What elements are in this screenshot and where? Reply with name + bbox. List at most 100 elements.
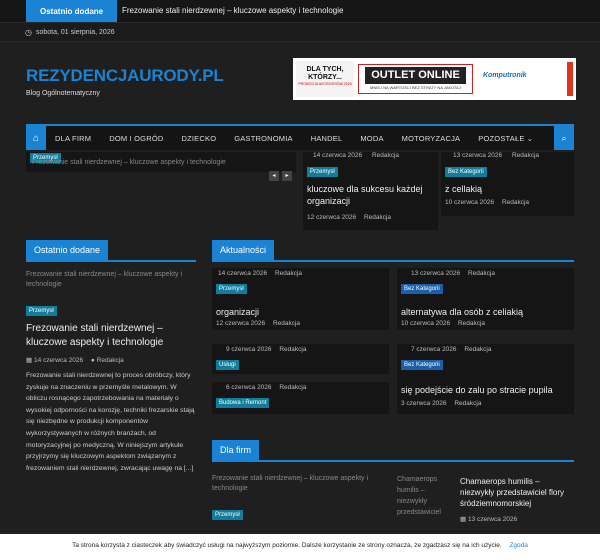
- news-card-1-title[interactable]: organizacji: [216, 306, 259, 318]
- news-card-1-top-date: 14 czerwca 2026: [218, 270, 268, 277]
- slider-image-link[interactable]: Frezowanie stali nierdzewnej – kluczowe …: [32, 159, 226, 166]
- news-card-3-top-date: 9 czerwca 2026: [226, 346, 272, 353]
- news-card-4-top-author[interactable]: Redakcja: [464, 346, 491, 353]
- ad-center-title: OUTLET ONLINE: [365, 67, 466, 84]
- ad-banner[interactable]: DLA TYCH, KTÓRZY... PROMOCJA AKCESORIÓW …: [293, 58, 576, 100]
- news-card-1-top-author[interactable]: Redakcja: [275, 270, 302, 277]
- for-business-image-link[interactable]: Frezowanie stali nierdzewnej – kluczowe …: [212, 474, 387, 494]
- news-card-2-title[interactable]: alternatywa dla osób z celiakią: [401, 306, 523, 318]
- nav-item-motoryzacja[interactable]: MOTORYZACJA: [393, 134, 470, 143]
- news-card-2-author[interactable]: Redakcja: [458, 320, 485, 327]
- current-date: sobota, 01 sierpnia, 2026: [36, 29, 115, 36]
- for-business-side-title[interactable]: Chamaerops humilis – niezwykły przedstaw…: [460, 476, 574, 509]
- news-card-3-badge[interactable]: Usługi: [216, 360, 239, 370]
- news-card-2-top-date: 13 czerwca 2026: [411, 270, 461, 277]
- nav-item-pozostale[interactable]: POZOSTAŁE ⌄: [469, 134, 542, 143]
- nav-item-handel[interactable]: HANDEL: [302, 134, 352, 143]
- for-business-side-meta: ▦ 13 czerwca 2026: [460, 515, 517, 523]
- slider-right-meta-author[interactable]: Redakcja: [502, 199, 529, 206]
- news-card-1-badge[interactable]: Przemysł: [216, 284, 247, 294]
- slider-mid-meta-date: 12 czerwca 2026: [307, 214, 357, 221]
- nav-item-dla-firm[interactable]: DLA FIRM: [46, 134, 100, 143]
- recently-added-image-link[interactable]: Frezowanie stali nierdzewnej – kluczowe …: [26, 270, 196, 290]
- ad-left-panel: DLA TYCH, KTÓRZY... PROMOCJA AKCESORIÓW …: [296, 61, 354, 97]
- site-logo[interactable]: REZYDENCJAURODY.PL: [26, 66, 224, 86]
- search-icon[interactable]: ⌕: [554, 126, 574, 150]
- slider-card-mid[interactable]: 14 czerwca 2026 Redakcja Przemysł kluczo…: [303, 152, 438, 230]
- ad-brand: Komputronik: [483, 72, 527, 79]
- for-business-badge[interactable]: Przemysł: [212, 510, 243, 520]
- cookie-bar: Ta strona korzysta z ciasteczek aby świa…: [0, 534, 600, 560]
- news-card-1-date: 12 czerwca 2026: [216, 320, 266, 327]
- news-card-5-badge[interactable]: Budowa i Remont: [216, 398, 270, 408]
- ad-left-small: PROMOCJA AKCESORIÓW 2026: [298, 82, 352, 86]
- news-card-5-top-date: 6 czerwca 2026: [226, 384, 272, 391]
- slider-right-date: 13 czerwca 2026: [453, 152, 503, 159]
- for-business-main: Frezowanie stali nierdzewnej – kluczowe …: [212, 474, 387, 521]
- news-heading: Aktualności: [212, 240, 574, 262]
- slider-mid-date: 14 czerwca 2026: [313, 152, 363, 159]
- slider-right-title[interactable]: z cellakią: [445, 183, 482, 195]
- news-card-4-date: 3 czerwca 2026: [401, 400, 447, 407]
- slider-right-badge[interactable]: Bez Kategorii: [445, 167, 487, 177]
- news-card-5[interactable]: 6 czerwca 2026 Redakcja Budowa i Remont: [212, 382, 389, 414]
- news-card-4-title[interactable]: się podejście do zalu po stracie pupila: [401, 384, 553, 396]
- recently-added-label: Ostatnio dodane: [26, 0, 118, 22]
- news-card-4-author[interactable]: Redakcja: [454, 400, 481, 407]
- user-icon: ●: [90, 357, 95, 364]
- slider-prev-button[interactable]: ◂: [269, 171, 279, 181]
- nav-item-dom-i-ogrod[interactable]: DOM I OGRÓD: [100, 134, 172, 143]
- top-bar: Ostatnio dodane Frezowanie stali nierdze…: [0, 0, 600, 22]
- slider-next-button[interactable]: ▸: [282, 171, 292, 181]
- slider-main[interactable]: Przemysł Frezowanie stali nierdzewnej – …: [26, 152, 296, 172]
- recently-added-article: Frezowanie stali nierdzewnej – kluczowe …: [26, 270, 196, 474]
- site-header: REZYDENCJAURODY.PL Blog Ogólnotematyczny…: [0, 42, 600, 124]
- news-card-5-top-author[interactable]: Redakcja: [279, 384, 306, 391]
- slider-mid-meta-author[interactable]: Redakcja: [364, 214, 391, 221]
- home-icon[interactable]: ⌂: [26, 126, 46, 150]
- slider-mid-title[interactable]: kluczowe dla sukcesu każdej organizacji: [307, 183, 435, 207]
- recently-added-title[interactable]: Frezowanie stali nierdzewnej – kluczowe …: [26, 322, 196, 350]
- for-business-heading: Dla firm: [212, 440, 574, 462]
- recently-added-excerpt: Frezowanie stali nierdzewnej to proces o…: [26, 372, 195, 472]
- calendar-icon: ▦: [460, 516, 467, 523]
- slider-mid-badge[interactable]: Przemysł: [307, 167, 338, 177]
- recently-added-author[interactable]: Redakcja: [97, 357, 124, 364]
- nav-item-gastronomia[interactable]: GASTRONOMIA: [225, 134, 301, 143]
- slider-arrows: ◂ ▸: [266, 164, 292, 182]
- news-card-3-top-author[interactable]: Redakcja: [279, 346, 306, 353]
- news-card-1[interactable]: 14 czerwca 2026 Redakcja Przemysł organi…: [212, 268, 389, 330]
- news-card-2-date: 10 czerwca 2026: [401, 320, 451, 327]
- slider-card-right[interactable]: 13 czerwca 2026 Redakcja Bez Kategorii z…: [441, 152, 574, 216]
- nav-item-moda[interactable]: MODA: [351, 134, 392, 143]
- slider-right-meta-date: 10 czerwca 2026: [445, 199, 495, 206]
- recently-added-date: 14 czerwca 2026: [33, 357, 84, 364]
- cookie-accept-link[interactable]: Zgoda: [509, 542, 527, 549]
- for-business-side-date: 13 czerwca 2026: [467, 516, 518, 523]
- calendar-icon: ▦: [26, 357, 33, 364]
- ad-center-sub: MNIEJ NA WARTOŚCI BEZ STRATY NA JAKOŚCI: [370, 85, 461, 90]
- news-card-4-top-date: 7 czerwca 2026: [411, 346, 457, 353]
- news-card-4-badge[interactable]: Bez Kategorii: [401, 360, 443, 370]
- cookie-text: Ta strona korzysta z ciasteczek aby świa…: [72, 542, 502, 549]
- slider-right-author[interactable]: Redakcja: [512, 152, 539, 159]
- ad-red-strip: [567, 62, 573, 96]
- news-card-2-badge[interactable]: Bez Kategorii: [401, 284, 443, 294]
- slider-mid-author[interactable]: Redakcja: [372, 152, 399, 159]
- recently-added-badge[interactable]: Przemysł: [26, 306, 57, 316]
- news-card-3[interactable]: 9 czerwca 2026 Redakcja Usługi: [212, 344, 389, 374]
- news-card-1-author[interactable]: Redakcja: [273, 320, 300, 327]
- date-bar: ◷ sobota, 01 sierpnia, 2026: [0, 22, 600, 42]
- nav-item-dziecko[interactable]: DZIECKO: [173, 134, 226, 143]
- news-ticker-link[interactable]: Frezowanie stali nierdzewnej – kluczowe …: [122, 0, 343, 22]
- ad-left-title: DLA TYCH, KTÓRZY...: [306, 66, 344, 81]
- news-card-2-top-author[interactable]: Redakcja: [468, 270, 495, 277]
- clock-icon: ◷: [25, 28, 32, 37]
- site-tagline: Blog Ogólnotematyczny: [26, 90, 100, 97]
- for-business-side-image[interactable]: Chamaerops humilis – niezwykły przedstaw…: [397, 474, 453, 518]
- news-card-4[interactable]: 7 czerwca 2026 Redakcja Bez Kategorii si…: [397, 344, 574, 414]
- ad-center-panel: OUTLET ONLINE MNIEJ NA WARTOŚCI BEZ STRA…: [358, 64, 473, 94]
- news-card-2[interactable]: 13 czerwca 2026 Redakcja Bez Kategorii a…: [397, 268, 574, 330]
- main-nav: ⌂ DLA FIRM DOM I OGRÓD DZIECKO GASTRONOM…: [26, 124, 574, 150]
- recently-added-heading: Ostatnio dodane: [26, 240, 196, 262]
